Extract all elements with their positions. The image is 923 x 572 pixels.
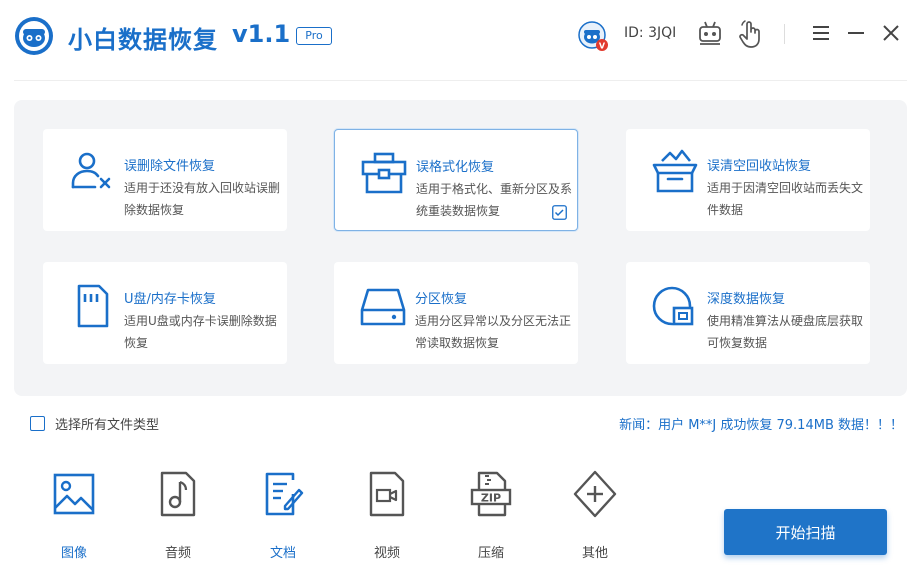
toolbox-icon <box>361 152 407 194</box>
card-description: 适用于还没有放入回收站误删除数据恢复 <box>124 181 281 217</box>
app-logo <box>15 17 53 55</box>
video-icon <box>369 471 405 517</box>
filetype-label: 压缩 <box>477 546 504 561</box>
filetype-label: 音频 <box>164 546 191 561</box>
selected-check-icon <box>552 205 567 220</box>
card-title: 深度数据恢复 <box>707 292 786 307</box>
app-name: 小白数据恢复 <box>68 26 218 54</box>
pro-badge: Pro <box>296 27 332 45</box>
hand-pointer-icon[interactable] <box>737 19 763 49</box>
card-partition-recovery[interactable]: 分区恢复 适用分区异常以及分区无法正常读取数据恢复 <box>334 262 578 364</box>
card-deleted-file-recovery[interactable]: 误删除文件恢复 适用于还没有放入回收站误删除数据恢复 <box>43 129 287 231</box>
hard-drive-icon <box>360 288 406 326</box>
filetype-video[interactable]: 视频 <box>351 466 423 566</box>
select-all-file-types[interactable]: 选择所有文件类型 <box>30 414 160 433</box>
title-separator <box>14 80 907 81</box>
app-version: v1.1 <box>232 20 291 48</box>
select-all-label: 选择所有文件类型 <box>55 417 160 433</box>
filetype-label: 其他 <box>581 546 608 561</box>
deep-scan-icon <box>652 286 694 326</box>
sd-card-icon <box>77 284 109 328</box>
card-description: 适用U盘或内存卡误删除数据恢复 <box>124 314 277 350</box>
audio-icon <box>160 471 196 517</box>
card-format-recovery[interactable]: 误格式化恢复 适用于格式化、重新分区及系统重装数据恢复 <box>334 129 578 231</box>
user-id: ID: 3JQI <box>624 25 677 41</box>
document-icon <box>265 472 304 516</box>
card-title: 误清空回收站恢复 <box>707 159 812 174</box>
user-avatar[interactable]: V <box>577 20 609 52</box>
minimize-icon[interactable] <box>846 24 866 42</box>
recycle-bin-icon <box>652 149 698 193</box>
filetype-label: 图像 <box>60 546 87 561</box>
filetype-label: 文档 <box>269 546 296 561</box>
card-description: 适用分区异常以及分区无法正常读取数据恢复 <box>415 314 572 350</box>
card-title: 分区恢复 <box>415 292 468 307</box>
filetype-other[interactable]: 其他 <box>559 466 631 566</box>
card-description: 使用精准算法从硬盘底层获取可恢复数据 <box>707 314 864 350</box>
card-description: 适用于因清空回收站而丢失文件数据 <box>707 181 864 217</box>
menu-icon[interactable] <box>811 24 831 42</box>
close-icon[interactable] <box>881 24 901 42</box>
other-icon <box>573 470 617 518</box>
filetype-image[interactable]: 图像 <box>38 466 110 566</box>
card-title: 误格式化恢复 <box>416 160 495 175</box>
zip-icon: ZIP <box>470 471 512 517</box>
card-usb-card-recovery[interactable]: U盘/内存卡恢复 适用U盘或内存卡误删除数据恢复 <box>43 262 287 364</box>
filetype-audio[interactable]: 音频 <box>142 466 214 566</box>
select-all-checkbox[interactable] <box>30 415 45 431</box>
image-icon <box>53 473 95 515</box>
filetype-zip[interactable]: ZIP 压缩 <box>455 466 527 566</box>
filetype-label: 视频 <box>373 546 400 561</box>
start-scan-button[interactable]: 开始扫描 <box>724 509 887 555</box>
card-deep-recovery[interactable]: 深度数据恢复 使用精准算法从硬盘底层获取可恢复数据 <box>626 262 870 364</box>
robot-icon[interactable] <box>697 20 723 48</box>
filetype-document[interactable]: 文档 <box>247 466 319 566</box>
card-title: 误删除文件恢复 <box>124 159 216 174</box>
card-title: U盘/内存卡恢复 <box>124 292 216 307</box>
news-ticker: 新闻：用户 M**J 成功恢复 79.14MB 数据！！！ <box>619 418 903 433</box>
card-recycle-bin-recovery[interactable]: 误清空回收站恢复 适用于因清空回收站而丢失文件数据 <box>626 129 870 231</box>
user-remove-icon <box>71 152 111 189</box>
vip-badge-text: V <box>599 42 606 51</box>
titlebar-divider <box>784 24 785 44</box>
recovery-mode-panel: 误删除文件恢复 适用于还没有放入回收站误删除数据恢复 误格式化恢复 适用于格式化… <box>14 100 907 396</box>
svg-text:ZIP: ZIP <box>481 492 501 505</box>
title-bar: 小白数据恢复 v1.1 Pro V ID: 3JQI <box>0 0 923 72</box>
